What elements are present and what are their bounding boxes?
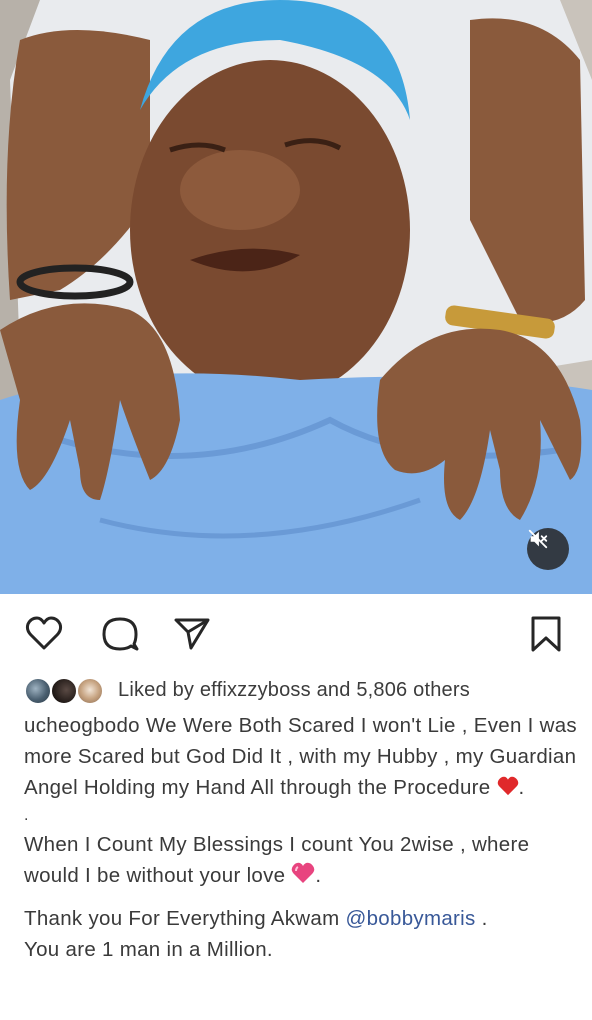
send-icon [174, 618, 210, 650]
muted-speaker-icon [528, 529, 548, 549]
avatar [24, 677, 52, 705]
pink-heart-emoji-icon [292, 862, 315, 883]
instagram-post: Liked by effixzzyboss and 5,806 others u… [0, 0, 592, 1020]
caption-text: Thank you For Everything Akwam [24, 907, 340, 930]
comment-icon [102, 617, 139, 651]
avatar [50, 677, 78, 705]
mention-link[interactable]: @bobbymaris [346, 907, 476, 930]
liker-username[interactable]: effixzzyboss [200, 679, 311, 701]
caption-period: . [315, 864, 322, 887]
caption-username[interactable]: ucheogbodo [24, 714, 140, 737]
caption-paragraph-1: ucheogbodo We Were Both Scared I won't L… [24, 710, 580, 803]
likes-summary[interactable]: Liked by effixzzyboss and 5,806 others [24, 672, 584, 708]
liker-avatars [24, 675, 108, 705]
share-button[interactable] [172, 614, 212, 654]
like-button[interactable] [24, 614, 64, 654]
avatar [76, 677, 104, 705]
likes-prefix: Liked by [118, 678, 195, 701]
red-heart-emoji-icon [497, 776, 518, 796]
post-action-bar [0, 600, 592, 664]
caption-paragraph-2: When I Count My Blessings I count You 2w… [24, 829, 580, 891]
comment-button[interactable] [100, 614, 140, 654]
caption-dot: . [24, 807, 29, 824]
post-caption: ucheogbodo We Were Both Scared I won't L… [24, 710, 580, 965]
post-video[interactable] [0, 0, 592, 594]
caption-period: . [518, 776, 525, 799]
video-frame [0, 0, 592, 594]
caption-period: . [475, 907, 488, 930]
mute-toggle-button[interactable] [527, 528, 569, 570]
caption-text: You are 1 man in a Million. [24, 938, 273, 961]
save-button[interactable] [526, 614, 566, 654]
caption-text: When I Count My Blessings I count You 2w… [24, 833, 530, 887]
heart-icon [25, 616, 63, 650]
bookmark-icon [531, 616, 561, 652]
likes-suffix[interactable]: and 5,806 others [317, 679, 470, 701]
likes-text: Liked by effixzzyboss and 5,806 others [118, 679, 470, 702]
caption-paragraph-3: Thank you For Everything Akwam @bobbymar… [24, 903, 580, 965]
